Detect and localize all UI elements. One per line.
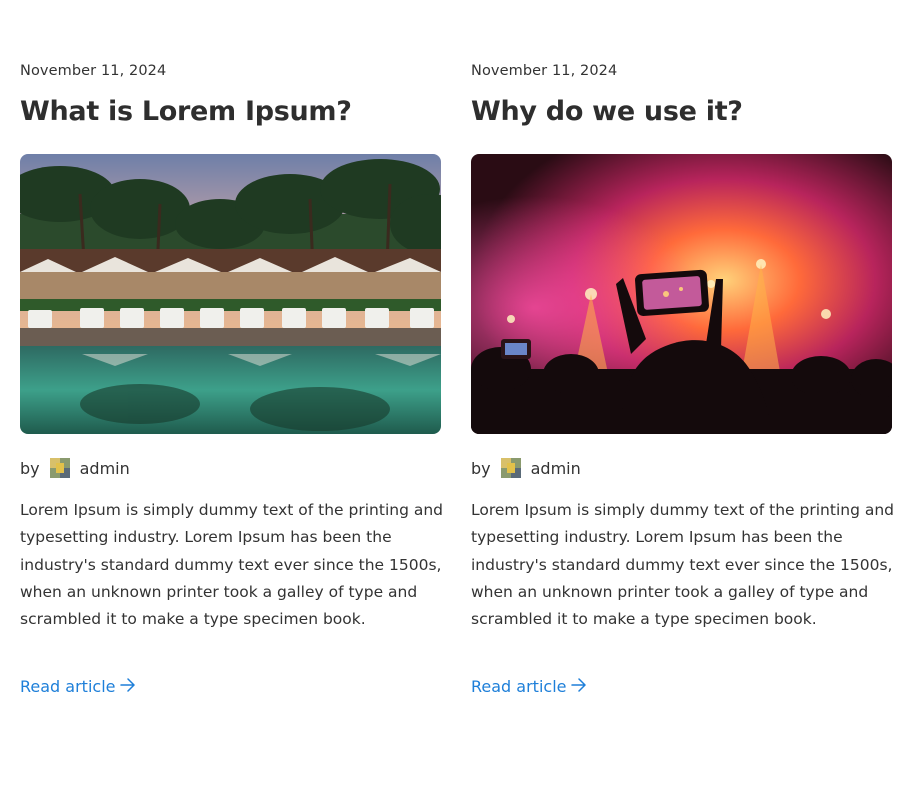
post-image-concert[interactable] xyxy=(471,154,892,434)
arrow-right-icon xyxy=(571,677,587,696)
read-article-link[interactable]: Read article xyxy=(20,677,136,696)
arrow-right-icon xyxy=(120,677,136,696)
by-label: by xyxy=(20,458,40,478)
post-image-resort-pool[interactable] xyxy=(20,154,441,434)
author-avatar[interactable] xyxy=(500,458,521,478)
author-name[interactable]: admin xyxy=(80,459,130,478)
post-excerpt: Lorem Ipsum is simply dummy text of the … xyxy=(20,501,443,629)
author-avatar[interactable] xyxy=(49,458,70,478)
blog-grid: November 11, 2024 What is Lorem Ipsum? b… xyxy=(20,0,894,800)
author-name[interactable]: admin xyxy=(531,459,581,478)
blog-card: November 11, 2024 What is Lorem Ipsum? b… xyxy=(20,0,443,800)
read-article-link[interactable]: Read article xyxy=(471,677,587,696)
by-label: by xyxy=(471,458,491,478)
post-byline: by admin xyxy=(471,458,581,478)
post-title[interactable]: What is Lorem Ipsum? xyxy=(20,96,352,127)
read-article-label: Read article xyxy=(471,677,567,696)
post-title[interactable]: Why do we use it? xyxy=(471,96,743,127)
post-excerpt: Lorem Ipsum is simply dummy text of the … xyxy=(471,501,894,629)
read-article-label: Read article xyxy=(20,677,116,696)
blog-card: November 11, 2024 Why do we use it? by a… xyxy=(471,0,894,800)
post-date: November 11, 2024 xyxy=(471,63,618,79)
post-byline: by admin xyxy=(20,458,130,478)
post-date: November 11, 2024 xyxy=(20,63,167,79)
